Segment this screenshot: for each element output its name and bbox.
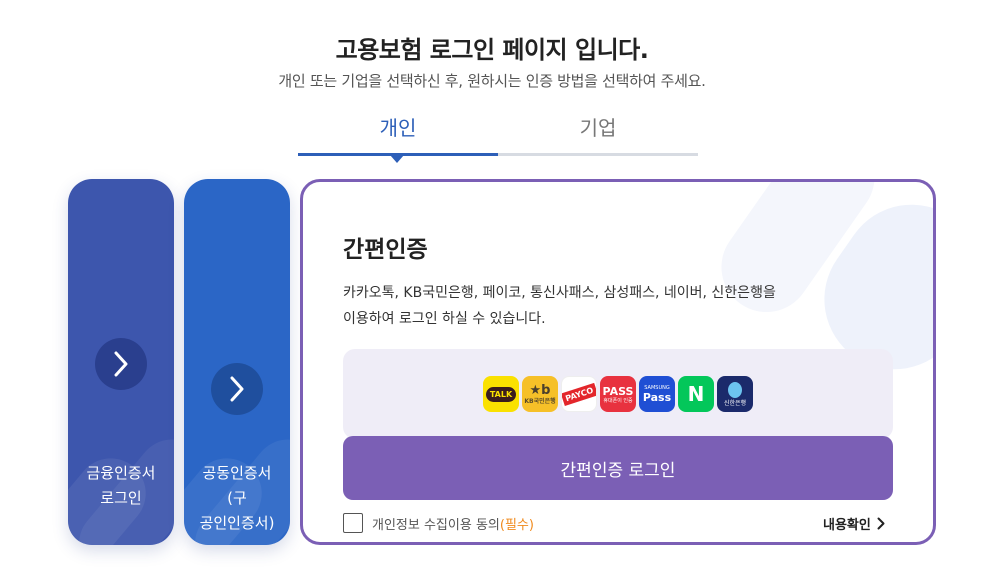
kb-bank-icon-mark: ★b bbox=[529, 382, 551, 398]
user-type-tabs: 개인 기업 bbox=[298, 110, 698, 163]
simple-auth-login-button[interactable]: 간편인증 로그인 bbox=[343, 436, 893, 500]
kakaotalk-icon-text: TALK bbox=[485, 386, 517, 402]
tab-caret-icon bbox=[390, 155, 404, 163]
shinhan-bank-icon[interactable]: 신한은행 bbox=[717, 376, 753, 412]
joint-cert-label-line3: 공인인증서) bbox=[199, 514, 275, 532]
samsung-pass-icon[interactable]: SAMSUNG Pass bbox=[639, 376, 675, 412]
joint-cert-login-card[interactable]: 공동인증서 (구 공인인증서) bbox=[184, 179, 290, 545]
simple-auth-desc-line2: 이용하여 로그인 하실 수 있습니다. bbox=[343, 311, 546, 327]
naver-icon-text: N bbox=[687, 382, 705, 406]
tab-individual[interactable]: 개인 bbox=[298, 110, 498, 163]
chevron-right-icon[interactable] bbox=[95, 338, 147, 390]
payco-icon-text: PAYCO bbox=[562, 382, 596, 406]
samsung-pass-icon-text: Pass bbox=[642, 390, 672, 404]
financial-cert-label: 금융인증서 로그인 bbox=[68, 461, 174, 511]
shinhan-bank-icon-mark bbox=[728, 381, 742, 398]
naver-icon[interactable]: N bbox=[678, 376, 714, 412]
provider-icons: TALK ★b KB국민은행 PAYCO PASS 휴대폰이 인증 SAMSUN… bbox=[483, 376, 753, 412]
required-badge: (필수) bbox=[499, 517, 534, 533]
financial-cert-label-line2: 로그인 bbox=[100, 489, 142, 507]
joint-cert-label-line2: (구 bbox=[227, 489, 247, 507]
kb-bank-icon[interactable]: ★b KB국민은행 bbox=[522, 376, 558, 412]
tab-individual-label: 개인 bbox=[379, 116, 417, 140]
joint-cert-label: 공동인증서 (구 공인인증서) bbox=[184, 461, 290, 536]
kb-bank-icon-text: KB국민은행 bbox=[524, 397, 556, 405]
chevron-right-icon[interactable] bbox=[211, 363, 263, 415]
privacy-consent-label: 개인정보 수집이용 동의 bbox=[372, 517, 500, 533]
financial-cert-label-line1: 금융인증서 bbox=[86, 464, 156, 482]
chevron-right-icon bbox=[877, 517, 885, 529]
simple-auth-title: 간편인증 bbox=[343, 237, 428, 263]
simple-auth-card: 간편인증 카카오톡, KB국민은행, 페이코, 통신사패스, 삼성패스, 네이버… bbox=[300, 179, 936, 545]
financial-cert-login-card[interactable]: 금융인증서 로그인 bbox=[68, 179, 174, 545]
consent-detail-link[interactable]: 내용확인 bbox=[823, 512, 885, 534]
consent-detail-label: 내용확인 bbox=[823, 517, 871, 533]
shinhan-bank-icon-text: 신한은행 bbox=[723, 399, 747, 407]
simple-auth-description: 카카오톡, KB국민은행, 페이코, 통신사패스, 삼성패스, 네이버, 신한은… bbox=[343, 280, 863, 332]
simple-auth-desc-line1: 카카오톡, KB국민은행, 페이코, 통신사패스, 삼성패스, 네이버, 신한은… bbox=[343, 285, 776, 301]
joint-cert-label-line1: 공동인증서 bbox=[202, 464, 272, 482]
tab-business[interactable]: 기업 bbox=[498, 110, 698, 156]
pass-icon-subtext: 휴대폰이 인증 bbox=[603, 397, 633, 404]
privacy-consent-checkbox[interactable] bbox=[343, 513, 363, 533]
pass-icon[interactable]: PASS 휴대폰이 인증 bbox=[600, 376, 636, 412]
kakaotalk-icon[interactable]: TALK bbox=[483, 376, 519, 412]
pass-icon-text: PASS bbox=[602, 384, 634, 398]
page-title: 고용보험 로그인 페이지 입니다. bbox=[335, 36, 649, 64]
provider-icons-panel: TALK ★b KB국민은행 PAYCO PASS 휴대폰이 인증 SAMSUN… bbox=[343, 349, 893, 439]
page-subtitle: 개인 또는 기업을 선택하신 후, 원하시는 인증 방법을 선택하여 주세요. bbox=[278, 72, 706, 90]
payco-icon[interactable]: PAYCO bbox=[561, 376, 597, 412]
privacy-consent: 개인정보 수집이용 동의 (필수) bbox=[343, 512, 534, 534]
tab-business-label: 기업 bbox=[579, 116, 617, 140]
